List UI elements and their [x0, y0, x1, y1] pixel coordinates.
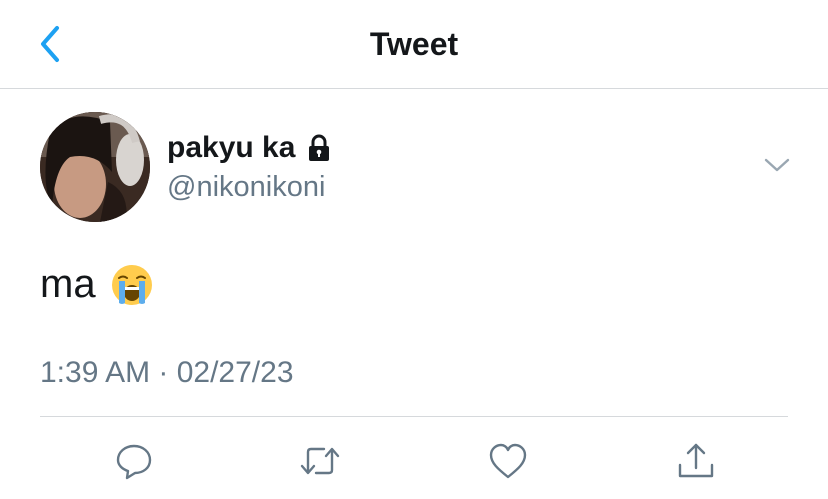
retweet-button[interactable] [298, 440, 342, 482]
share-button[interactable] [674, 440, 718, 482]
share-icon [678, 443, 714, 478]
page-title: Tweet [369, 26, 459, 62]
lock-icon [309, 134, 330, 161]
reply-icon [116, 444, 152, 480]
reply-button[interactable] [112, 440, 156, 482]
tweet-text-content: ma [40, 262, 96, 306]
loudly-crying-face-emoji-icon [111, 264, 152, 305]
more-options-button[interactable] [760, 150, 794, 180]
top-bar: Tweet [0, 0, 828, 89]
display-name-row: pakyu ka [167, 130, 333, 166]
like-button[interactable] [486, 440, 530, 482]
retweet-icon [300, 447, 340, 475]
display-name[interactable]: pakyu ka [167, 131, 295, 165]
avatar-image [40, 112, 150, 222]
divider [40, 416, 788, 417]
heart-icon [489, 443, 527, 479]
username[interactable]: @nikonikoni [167, 171, 325, 204]
tweet-detail-screen: Tweet pakyu ka @nikonikoni ma 1:39 AM · … [0, 0, 828, 499]
avatar[interactable] [40, 112, 150, 222]
tweet-timestamp: 1:39 AM · 02/27/23 [40, 356, 294, 389]
tweet-text: ma [40, 262, 154, 307]
chevron-down-icon [764, 158, 790, 172]
